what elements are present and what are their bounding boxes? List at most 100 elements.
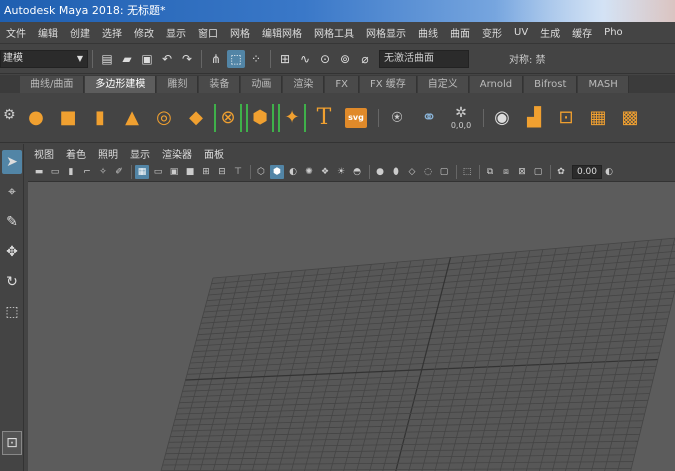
safe-action-icon[interactable]: ⊟ <box>215 165 229 179</box>
gamma-icon[interactable]: ◐ <box>602 165 616 179</box>
tab-fx[interactable]: FX <box>325 76 359 93</box>
menu-display[interactable]: 显示 <box>160 25 192 40</box>
panel-menu-show[interactable]: 显示 <box>124 146 156 161</box>
plane-icon[interactable]: ◆ <box>182 104 210 132</box>
select-tool-icon[interactable]: ➤ <box>2 150 22 174</box>
grid-toggle-icon[interactable]: ▦ <box>135 164 149 179</box>
save-scene-icon[interactable]: ▣ <box>138 50 156 68</box>
film-gate-icon[interactable]: ▭ <box>151 165 165 179</box>
snap-to-view-plane-icon[interactable]: ⊚ <box>336 50 354 68</box>
menu-set-dropdown[interactable]: 建模 ▼ <box>0 49 88 68</box>
2d-pan-zoom-icon[interactable]: ✧ <box>96 165 110 179</box>
panel-menu-lighting[interactable]: 照明 <box>92 146 124 161</box>
cylinder-icon[interactable]: ▮ <box>86 104 114 132</box>
bridge-icon[interactable]: ▟ <box>520 104 548 132</box>
xray-icon[interactable]: ⬚ <box>460 165 474 179</box>
xray-joints-icon[interactable]: ⧉ <box>483 165 497 179</box>
wireframe-on-shaded-icon[interactable]: ✺ <box>302 165 316 179</box>
image-plane-icon[interactable]: ⌐ <box>80 165 94 179</box>
fill-hole-icon[interactable]: ▩ <box>616 104 644 132</box>
menu-surfaces[interactable]: 曲面 <box>444 25 476 40</box>
menu-select[interactable]: 选择 <box>96 25 128 40</box>
bookmark-icon[interactable]: ▮ <box>64 165 78 179</box>
torus-icon[interactable]: ◎ <box>150 104 178 132</box>
tab-rigging[interactable]: 装备 <box>199 76 241 93</box>
anti-aliasing-icon[interactable]: ◇ <box>405 165 419 179</box>
perspective-viewport[interactable] <box>28 182 675 471</box>
menu-edit[interactable]: 编辑 <box>32 25 64 40</box>
tab-arnold[interactable]: Arnold <box>469 76 524 93</box>
menu-mesh-display[interactable]: 网格显示 <box>360 25 412 40</box>
menu-curves[interactable]: 曲线 <box>412 25 444 40</box>
tab-fx-caching[interactable]: FX 缓存 <box>359 76 417 93</box>
shadows-icon[interactable]: ◓ <box>350 165 364 179</box>
panel-menu-renderer[interactable]: 渲染器 <box>156 146 198 161</box>
select-by-component-icon[interactable]: ⁘ <box>247 50 265 68</box>
rotate-tool-icon[interactable]: ↻ <box>2 270 22 294</box>
use-all-lights-icon[interactable]: ☀ <box>334 165 348 179</box>
select-by-object-icon[interactable]: ⬚ <box>227 49 245 68</box>
lasso-tool-icon[interactable]: ⌖ <box>2 180 22 204</box>
snap-to-point-icon[interactable]: ⊙ <box>316 50 334 68</box>
menu-cache[interactable]: 缓存 <box>566 25 598 40</box>
menu-create[interactable]: 创建 <box>64 25 96 40</box>
motion-blur-icon[interactable]: ⬮ <box>389 165 403 179</box>
snap-to-curve-icon[interactable]: ∿ <box>296 50 314 68</box>
smooth-shade-icon[interactable]: ⬢ <box>270 164 284 179</box>
menu-modify[interactable]: 修改 <box>128 25 160 40</box>
tab-polygon-modeling[interactable]: 多边形建模 <box>85 76 157 93</box>
camera-attributes-icon[interactable]: ▭ <box>48 165 62 179</box>
type-icon[interactable]: T <box>310 104 338 132</box>
panel-menu-view[interactable]: 视图 <box>28 146 60 161</box>
wireframe-icon[interactable]: ⬡ <box>254 165 268 179</box>
scale-tool-icon[interactable]: ⬚ <box>2 300 22 324</box>
tab-mash[interactable]: MASH <box>578 76 629 93</box>
tab-animation[interactable]: 动画 <box>241 76 283 93</box>
menu-mesh-tools[interactable]: 网格工具 <box>308 25 360 40</box>
disc-icon[interactable]: ⊗ <box>214 103 242 132</box>
exposure-field[interactable]: 0.00 <box>572 164 602 179</box>
svg-icon[interactable]: svg <box>342 104 370 132</box>
camera-select-icon[interactable]: ▬ <box>32 165 46 179</box>
sphere-icon[interactable]: ● <box>22 104 50 132</box>
grease-pencil-icon[interactable]: ✐ <box>112 165 126 179</box>
make-live-icon[interactable]: ⌀ <box>356 50 374 68</box>
menu-physics[interactable]: Pho <box>598 27 629 38</box>
panel-menu-shading[interactable]: 着色 <box>60 146 92 161</box>
tab-bifrost[interactable]: Bifrost <box>524 76 578 93</box>
undo-icon[interactable]: ↶ <box>158 50 176 68</box>
depth-of-field-icon[interactable]: ◌ <box>421 165 435 179</box>
viewport-settings-icon[interactable]: ▢ <box>531 165 545 179</box>
snap-to-grid-icon[interactable]: ⊞ <box>276 50 294 68</box>
isolate-select-icon[interactable]: ▢ <box>437 165 451 179</box>
xray-components-icon[interactable]: ⧈ <box>499 165 513 179</box>
panel-menu-panels[interactable]: 面板 <box>198 146 230 161</box>
backface-culling-icon[interactable]: ⊠ <box>515 165 529 179</box>
menu-window[interactable]: 窗口 <box>192 25 224 40</box>
menu-generate[interactable]: 生成 <box>534 25 566 40</box>
tab-custom[interactable]: 自定义 <box>417 76 469 93</box>
exposure-icon[interactable]: ✿ <box>554 165 568 179</box>
center-pivot-icon[interactable]: ⍟ <box>383 104 411 132</box>
gate-mask-icon[interactable]: ■ <box>183 165 197 179</box>
resolution-gate-icon[interactable]: ▣ <box>167 165 181 179</box>
paint-select-icon[interactable]: ✎ <box>2 210 22 234</box>
tab-sculpting[interactable]: 雕刻 <box>157 76 199 93</box>
tab-curves-surfaces[interactable]: 曲线/曲面 <box>20 76 85 93</box>
menu-edit-mesh[interactable]: 编辑网格 <box>256 25 308 40</box>
shelf-options-icon[interactable]: ⚙ <box>3 107 16 123</box>
extrude-icon[interactable]: ◉ <box>488 104 516 132</box>
tab-rendering[interactable]: 渲染 <box>283 76 325 93</box>
cone-icon[interactable]: ▲ <box>118 104 146 132</box>
menu-mesh[interactable]: 网格 <box>224 25 256 40</box>
move-tool-icon[interactable]: ✥ <box>2 240 22 264</box>
safe-title-icon[interactable]: ⊤ <box>231 165 245 179</box>
new-scene-icon[interactable]: ▤ <box>98 50 116 68</box>
live-surface-field[interactable]: 无激活曲面 <box>379 49 469 68</box>
open-scene-icon[interactable]: ▰ <box>118 50 136 68</box>
menu-deform[interactable]: 变形 <box>476 25 508 40</box>
platonic-icon[interactable]: ⬢ <box>246 103 274 132</box>
textured-icon[interactable]: ❖ <box>318 165 332 179</box>
default-material-icon[interactable]: ◐ <box>286 165 300 179</box>
menu-file[interactable]: 文件 <box>0 25 32 40</box>
